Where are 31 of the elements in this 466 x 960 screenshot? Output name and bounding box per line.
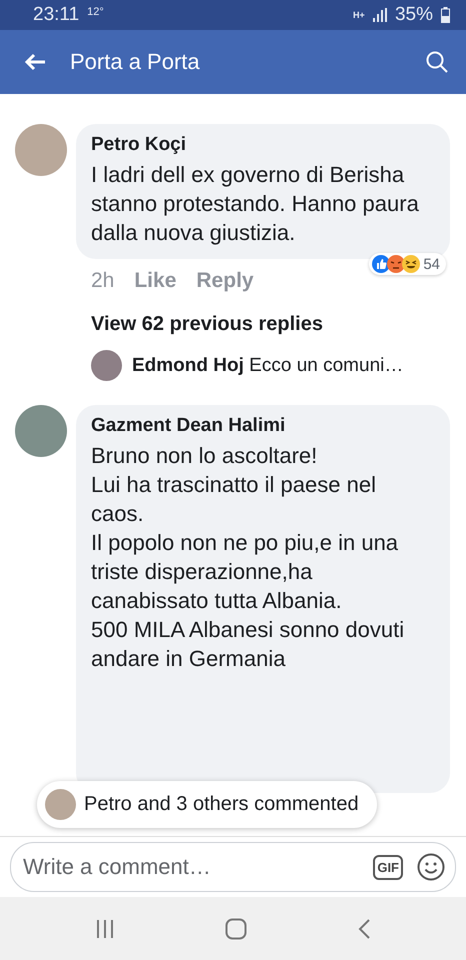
comment-text: Bruno non lo ascoltare! Lui ha trascinatto il paese nel caos. Il popolo non ne po piu,e in una triste disperazionne,ha canabissato tutta Albania. 500 MILA Albanesi sonno dovuti andare in Germania	[91, 442, 406, 673]
new-comments-pill[interactable]: Petro and 3 others commented	[37, 781, 377, 828]
laughing-face-icon	[402, 255, 420, 273]
comment-author[interactable]: Petro Koçi	[91, 134, 434, 156]
comment-author[interactable]: Gazment Dean Halimi	[91, 415, 434, 437]
reply-preview[interactable]: Edmond Hoj Ecco un comuni…	[132, 354, 404, 376]
reaction-count: 54	[423, 256, 440, 272]
back-arrow-icon[interactable]	[24, 53, 46, 71]
avatar-photo	[91, 350, 122, 381]
reactions-badge[interactable]: 54	[369, 253, 446, 275]
avatar-photo	[15, 124, 67, 176]
smiley-icon[interactable]	[417, 853, 445, 881]
home-icon[interactable]	[225, 918, 247, 940]
status-time: 23:11	[33, 4, 80, 26]
avatar-photo	[15, 405, 67, 457]
battery-icon	[441, 7, 450, 23]
gif-button[interactable]: GIF	[373, 854, 403, 880]
network-type: H+	[352, 10, 365, 20]
comment-time: 2h	[91, 269, 114, 293]
signal-icon	[372, 8, 387, 22]
recent-apps-icon[interactable]	[95, 918, 115, 938]
avatar-photo	[45, 789, 76, 820]
view-replies-link[interactable]: View 62 previous replies	[76, 293, 450, 336]
search-icon[interactable]	[426, 51, 448, 73]
comment-text: I ladri dell ex governo di Berisha stanno protestando. Hanno paura dalla nuova giustizia.	[91, 161, 420, 247]
back-icon[interactable]	[357, 918, 371, 940]
temperature: 12°	[87, 6, 104, 18]
comment-field[interactable]: Write a comment… GIF	[10, 842, 456, 892]
page-title: Porta a Porta	[70, 49, 201, 75]
pill-text: Petro and 3 others commented	[84, 793, 359, 816]
battery-level: 35%	[394, 4, 433, 26]
